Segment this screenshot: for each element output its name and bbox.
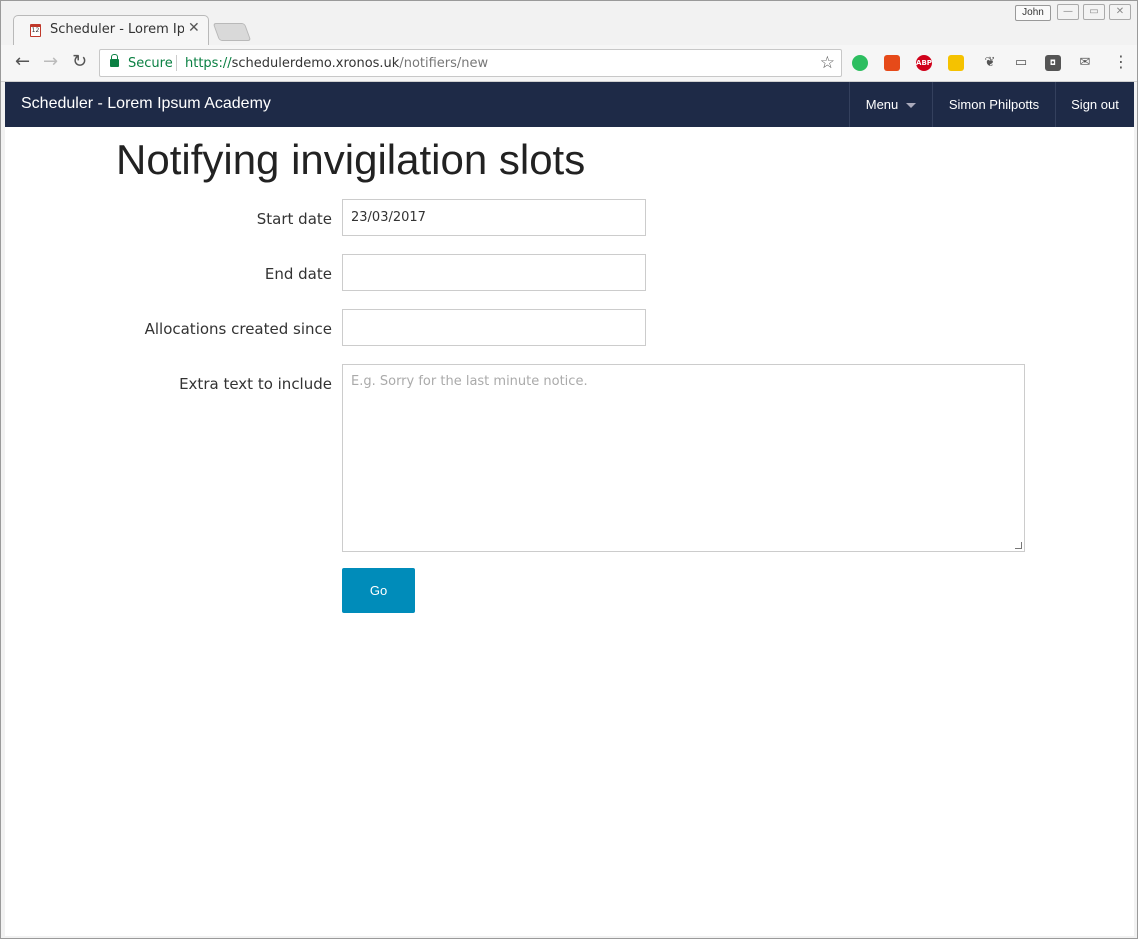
end-date-field[interactable] — [342, 254, 646, 291]
page-title: Notifying invigilation slots — [116, 136, 586, 183]
tab-title: Scheduler - Lorem Ipsum Academy — [50, 22, 184, 37]
address-divider — [176, 55, 177, 71]
lock-icon — [110, 54, 119, 67]
chevron-down-icon — [906, 103, 917, 109]
address-bar[interactable]: Secure https://schedulerdemo.xronos.uk/n… — [99, 49, 842, 77]
allocations-since-field[interactable] — [342, 309, 646, 346]
new-tab-button[interactable] — [212, 23, 252, 41]
allocations-since-label: Allocations created since — [144, 320, 332, 338]
mail-extension-icon[interactable]: ✉ — [1077, 55, 1093, 71]
calendar-favicon-icon: 12 — [30, 24, 41, 37]
adblock-icon[interactable]: ABP — [916, 55, 932, 71]
extension-orange-icon[interactable] — [884, 55, 900, 71]
keep-extension-icon[interactable]: ◘ — [1045, 55, 1061, 71]
maximize-icon[interactable]: ▭ — [1083, 4, 1105, 20]
tab-close-icon[interactable]: ✕ — [188, 20, 200, 36]
back-icon[interactable]: ← — [15, 53, 30, 71]
browser-menu-icon[interactable]: ⋮ — [1113, 54, 1129, 70]
evernote-icon[interactable] — [852, 55, 868, 71]
extra-text-label: Extra text to include — [179, 375, 332, 393]
menu-dropdown[interactable]: Menu — [849, 82, 932, 127]
forward-icon[interactable]: → — [43, 53, 58, 71]
navbar-brand[interactable]: Scheduler - Lorem Ipsum Academy — [21, 95, 271, 113]
sign-out-link[interactable]: Sign out — [1055, 82, 1134, 127]
window-controls: — ▭ ✕ — [1057, 4, 1131, 22]
browser-window: 12 Scheduler - Lorem Ipsum Academy ✕ Joh… — [0, 0, 1138, 939]
end-date-label: End date — [264, 265, 332, 283]
reload-icon[interactable]: ↻ — [72, 53, 87, 71]
bookmark-star-icon[interactable]: ☆ — [820, 53, 835, 73]
house-extension-icon[interactable] — [948, 55, 964, 71]
tab-strip: 12 Scheduler - Lorem Ipsum Academy ✕ Joh… — [1, 1, 1137, 45]
resize-handle-icon[interactable] — [1015, 542, 1022, 549]
profile-badge[interactable]: John — [1015, 5, 1051, 21]
close-window-icon[interactable]: ✕ — [1109, 4, 1131, 20]
browser-tab[interactable]: 12 Scheduler - Lorem Ipsum Academy ✕ — [13, 15, 209, 45]
start-date-label: Start date — [256, 210, 332, 228]
page-content: Scheduler - Lorem Ipsum Academy Menu Sim… — [5, 82, 1134, 936]
url-scheme: https:// — [185, 56, 232, 71]
menu-label: Menu — [865, 97, 899, 112]
go-button[interactable]: Go — [342, 568, 415, 613]
extra-text-placeholder: E.g. Sorry for the last minute notice. — [351, 374, 588, 389]
start-date-field[interactable]: 23/03/2017 — [342, 199, 646, 236]
footprint-extension-icon[interactable]: ❦ — [982, 55, 998, 71]
minimize-icon[interactable]: — — [1057, 4, 1079, 20]
url-host: schedulerdemo.xronos.uk — [231, 56, 400, 71]
browser-toolbar: ← → ↻ Secure https://schedulerdemo.xrono… — [1, 45, 1137, 82]
cast-icon[interactable]: ▭ — [1013, 55, 1029, 71]
url-text: https://schedulerdemo.xronos.uk/notifier… — [185, 56, 488, 71]
nav-user-name[interactable]: Simon Philpotts — [932, 82, 1055, 127]
top-navbar: Scheduler - Lorem Ipsum Academy Menu Sim… — [5, 82, 1134, 127]
url-path: /notifiers/new — [399, 56, 489, 71]
secure-label: Secure — [128, 56, 173, 71]
extra-text-field[interactable]: E.g. Sorry for the last minute notice. — [342, 364, 1025, 552]
